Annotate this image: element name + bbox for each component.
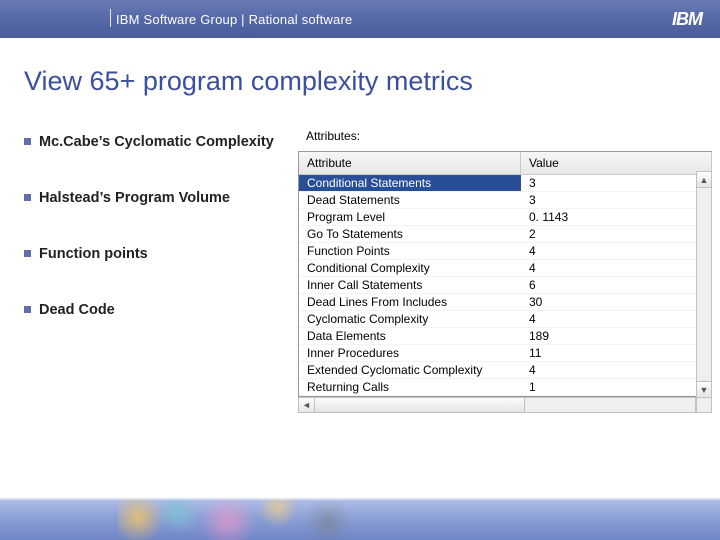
scroll-down-icon[interactable]: ▼: [697, 381, 711, 397]
scroll-thumb[interactable]: [315, 398, 525, 412]
table-row[interactable]: Inner Procedures11: [299, 345, 712, 362]
cell-value: 1: [521, 379, 712, 395]
cell-attribute: Conditional Statements: [299, 175, 521, 191]
table-row[interactable]: Conditional Complexity4: [299, 260, 712, 277]
table-row[interactable]: Inner Call Statements6: [299, 277, 712, 294]
grid-header: Attribute Value: [299, 152, 712, 175]
bullet-item: Function points: [24, 245, 290, 263]
breadcrumb: IBM Software Group | Rational software: [116, 12, 352, 27]
ibm-logo: IBM: [672, 9, 702, 30]
bullet-square-icon: [24, 194, 31, 201]
cell-value: 30: [521, 294, 712, 310]
cell-attribute: Inner Procedures: [299, 345, 521, 361]
bullet-text: Halstead’s Program Volume: [39, 189, 230, 207]
cell-value: 189: [521, 328, 712, 344]
table-row[interactable]: Go To Statements2: [299, 226, 712, 243]
header-divider: [110, 9, 111, 27]
bullet-square-icon: [24, 250, 31, 257]
cell-value: 4: [521, 260, 712, 276]
col-header-attribute[interactable]: Attribute: [299, 152, 521, 174]
bullet-text: Mc.Cabe’s Cyclomatic Complexity: [39, 133, 274, 151]
cell-value: 4: [521, 243, 712, 259]
cell-value: 3: [521, 192, 712, 208]
bullet-square-icon: [24, 306, 31, 313]
cell-attribute: Extended Cyclomatic Complexity: [299, 362, 521, 378]
cell-attribute: Inner Call Statements: [299, 277, 521, 293]
cell-attribute: Dead Statements: [299, 192, 521, 208]
col-header-value[interactable]: Value: [521, 152, 712, 174]
table-row[interactable]: Dead Statements3: [299, 192, 712, 209]
cell-attribute: Returning Calls: [299, 379, 521, 395]
cell-attribute: Data Elements: [299, 328, 521, 344]
attributes-label: Attributes:: [298, 123, 712, 151]
bullet-item: Halstead’s Program Volume: [24, 189, 290, 207]
cell-value: 4: [521, 362, 712, 378]
attributes-grid: Attribute Value Conditional Statements3D…: [298, 151, 712, 397]
attributes-panel: Attributes: Attribute Value Conditional …: [298, 123, 712, 413]
cell-value: 2: [521, 226, 712, 242]
table-row[interactable]: Extended Cyclomatic Complexity4: [299, 362, 712, 379]
table-row[interactable]: Data Elements189: [299, 328, 712, 345]
table-row[interactable]: Conditional Statements3: [299, 175, 712, 192]
cell-value: 6: [521, 277, 712, 293]
cell-attribute: Program Level: [299, 209, 521, 225]
bullet-square-icon: [24, 138, 31, 145]
cell-attribute: Conditional Complexity: [299, 260, 521, 276]
scroll-up-icon[interactable]: ▲: [697, 172, 711, 188]
vertical-scrollbar[interactable]: ▲ ▼: [696, 171, 712, 397]
bullet-text: Dead Code: [39, 301, 115, 319]
table-row[interactable]: Dead Lines From Includes30: [299, 294, 712, 311]
attributes-grid-wrap: Attribute Value Conditional Statements3D…: [298, 151, 712, 413]
scroll-corner: [696, 397, 712, 413]
table-row[interactable]: Returning Calls1: [299, 379, 712, 396]
table-row[interactable]: Program Level0. 1143: [299, 209, 712, 226]
footer-bar: [0, 498, 720, 540]
table-row[interactable]: Function Points4: [299, 243, 712, 260]
header-bar: IBM Software Group | Rational software I…: [0, 0, 720, 38]
cell-value: 11: [521, 345, 712, 361]
page-title: View 65+ program complexity metrics: [0, 38, 720, 101]
bullet-text: Function points: [39, 245, 148, 263]
bullet-list: Mc.Cabe’s Cyclomatic Complexity Halstead’…: [24, 123, 290, 413]
cell-attribute: Go To Statements: [299, 226, 521, 242]
bullet-item: Dead Code: [24, 301, 290, 319]
content-area: Mc.Cabe’s Cyclomatic Complexity Halstead’…: [0, 101, 720, 413]
cell-attribute: Cyclomatic Complexity: [299, 311, 521, 327]
horizontal-scrollbar[interactable]: ◄ ►: [298, 397, 712, 413]
scroll-left-icon[interactable]: ◄: [299, 398, 315, 412]
cell-attribute: Dead Lines From Includes: [299, 294, 521, 310]
table-row[interactable]: Cyclomatic Complexity4: [299, 311, 712, 328]
grid-body: Conditional Statements3Dead Statements3P…: [299, 175, 712, 396]
bullet-item: Mc.Cabe’s Cyclomatic Complexity: [24, 133, 290, 151]
cell-value: 3: [521, 175, 712, 191]
cell-value: 0. 1143: [521, 209, 712, 225]
cell-value: 4: [521, 311, 712, 327]
footer-stripe: [0, 498, 720, 500]
cell-attribute: Function Points: [299, 243, 521, 259]
